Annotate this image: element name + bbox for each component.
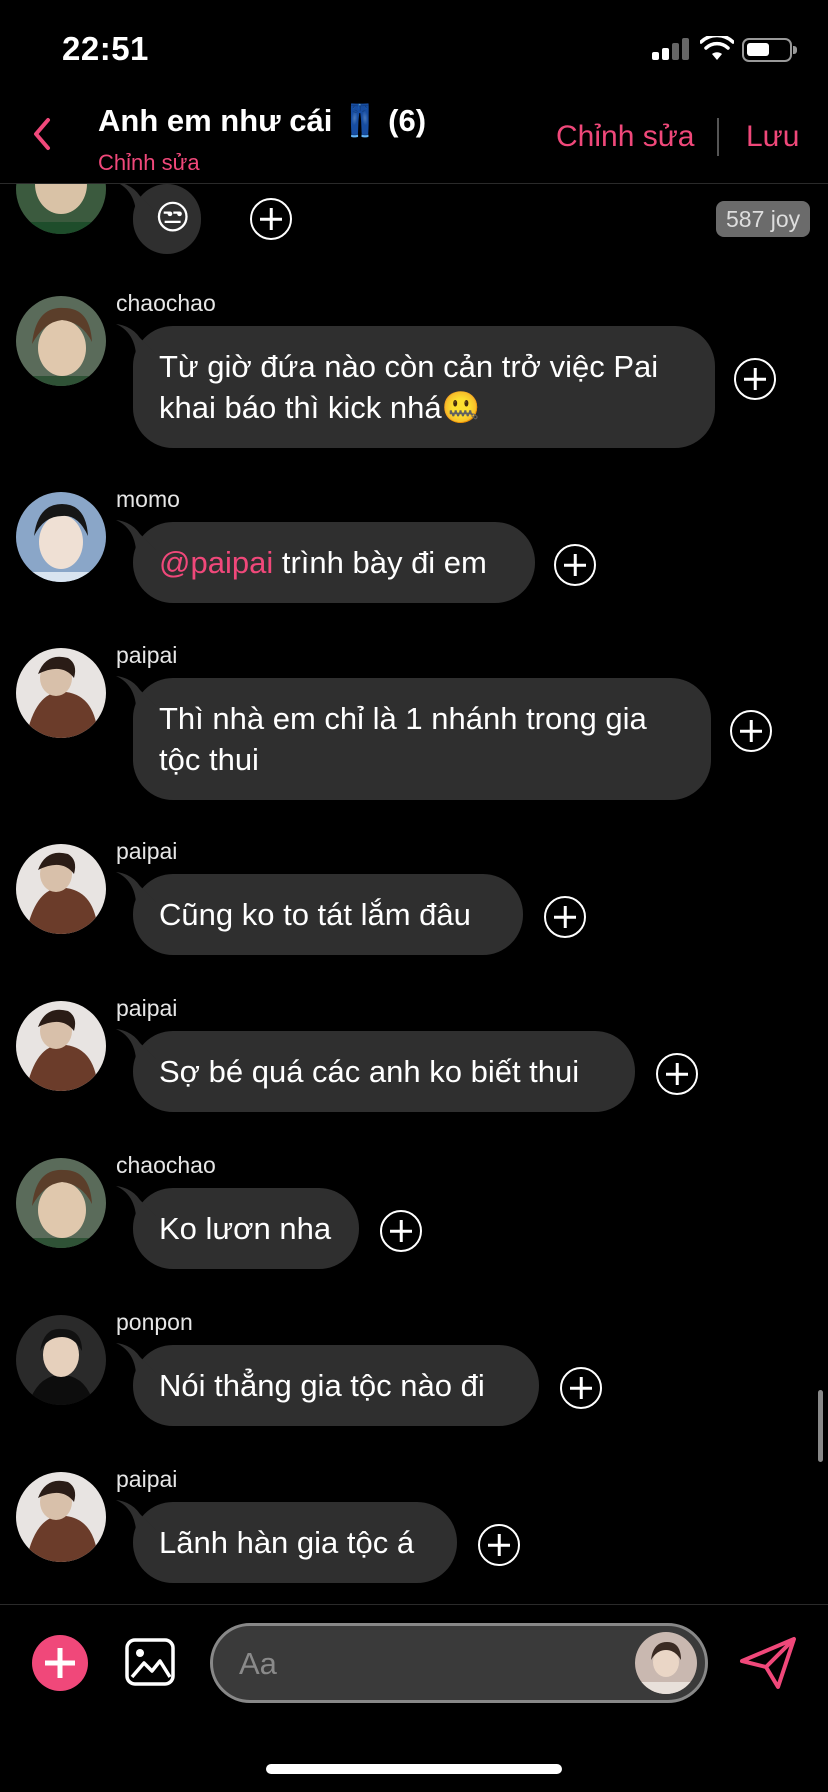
conversation-subtitle[interactable]: Chỉnh sửa	[98, 150, 200, 176]
chat-header: Anh em như cái 👖 (6) Chỉnh sửa Chỉnh sửa…	[0, 96, 828, 184]
message-input[interactable]	[239, 1642, 599, 1686]
bubble-tail	[116, 676, 156, 706]
message-text: trình bày đi em	[273, 545, 487, 580]
plus-icon[interactable]	[32, 1635, 88, 1691]
sender-name: momo	[116, 486, 180, 512]
message-bubble[interactable]: Nói thẳng gia tộc nào đi	[116, 1343, 539, 1426]
message-text: Ko lươn nha	[159, 1211, 332, 1246]
message-item: paipai Cũng ko to tát lắm đâu	[0, 838, 828, 964]
avatar[interactable]	[16, 492, 106, 582]
message-text: Sợ bé quá các anh ko biết thui	[159, 1054, 580, 1089]
bubble-tail	[116, 1343, 156, 1373]
sender-name: paipai	[116, 1466, 178, 1492]
sender-name: paipai	[116, 995, 178, 1021]
message-input-wrapper	[210, 1623, 708, 1703]
sender-name: paipai	[116, 642, 178, 668]
avatar[interactable]	[16, 1158, 106, 1248]
avatar[interactable]	[16, 1001, 106, 1091]
add-reaction-icon[interactable]	[560, 1367, 602, 1409]
bubble-tail	[119, 184, 156, 212]
message-item: paipai Lãnh hàn gia tộc á	[0, 1466, 828, 1592]
message-bubble[interactable]: Lãnh hàn gia tộc á	[116, 1500, 457, 1583]
message-item: ponpon Nói thẳng gia tộc nào đi	[0, 1309, 828, 1435]
sender-name: chaochao	[116, 290, 216, 316]
conversation-title[interactable]: Anh em như cái 👖 (6)	[98, 102, 426, 139]
joy-badge: 587 joy	[716, 201, 811, 237]
add-reaction-icon[interactable]	[730, 710, 772, 752]
bubble-tail	[116, 1029, 156, 1059]
avatar[interactable]	[16, 296, 106, 386]
message-item: paipai Thì nhà em chỉ là 1 nhánh trong g…	[0, 642, 828, 808]
message-text: Cũng ko to tát lắm đâu	[159, 897, 471, 932]
bubble-tail	[116, 1500, 156, 1530]
message-item: chaochao Ko lươn nha	[0, 1152, 828, 1278]
avatar[interactable]	[16, 1472, 106, 1562]
message-item: paipai Sợ bé quá các anh ko biết thui	[0, 995, 828, 1121]
message-text: Nói thẳng gia tộc nào đi	[159, 1368, 485, 1403]
avatar[interactable]	[16, 184, 106, 234]
message-bubble[interactable]: Cũng ko to tát lắm đâu	[116, 872, 523, 955]
header-divider	[717, 118, 719, 156]
bubble-tail	[116, 324, 156, 354]
message-composer	[0, 1604, 828, 1714]
sender-name: ponpon	[116, 1309, 193, 1335]
message-item: momo @paipai trình bày đi em	[0, 486, 828, 612]
battery-icon	[742, 38, 797, 62]
add-reaction-icon[interactable]	[478, 1524, 520, 1566]
message-bubble[interactable]: 😒	[119, 184, 201, 254]
message-bubble[interactable]: Thì nhà em chỉ là 1 nhánh trong gia tộc …	[116, 676, 711, 800]
home-indicator[interactable]	[266, 1764, 562, 1774]
status-bar: 22:51	[0, 0, 828, 96]
message-text: Lãnh hàn gia tộc á	[159, 1525, 415, 1560]
message-bubble[interactable]: Từ giờ đứa nào còn cản trở việc Pai khai…	[116, 324, 715, 448]
sender-name: chaochao	[116, 1152, 216, 1178]
add-reaction-icon[interactable]	[544, 896, 586, 938]
message-text: Từ giờ đứa nào còn cản trở việc Pai khai…	[159, 349, 659, 425]
mention-link[interactable]: @paipai	[159, 545, 273, 580]
send-icon[interactable]	[738, 1635, 798, 1691]
chevron-left-icon[interactable]	[28, 114, 58, 154]
message-text: Thì nhà em chỉ là 1 nhánh trong gia tộc …	[159, 701, 647, 777]
add-reaction-icon[interactable]	[734, 358, 776, 400]
avatar[interactable]	[16, 1315, 106, 1405]
message-bubble[interactable]: Sợ bé quá các anh ko biết thui	[116, 1029, 635, 1112]
image-icon[interactable]	[124, 1637, 176, 1687]
add-reaction-icon[interactable]	[380, 1210, 422, 1252]
avatar[interactable]	[16, 648, 106, 738]
message-list[interactable]: 😒 587 joy chaochao Từ giờ đứa nào còn cả…	[0, 184, 828, 1604]
message-bubble[interactable]: Ko lươn nha	[116, 1186, 359, 1269]
sender-name: paipai	[116, 838, 178, 864]
add-reaction-icon[interactable]	[554, 544, 596, 586]
bubble-tail	[116, 1186, 156, 1216]
cellular-signal-icon	[652, 38, 690, 60]
edit-button[interactable]: Chỉnh sửa	[556, 120, 695, 154]
message-item: chaochao Từ giờ đứa nào còn cản trở việc…	[0, 290, 828, 456]
save-button[interactable]: Lưu	[746, 120, 799, 154]
status-time: 22:51	[62, 30, 149, 67]
profile-avatar[interactable]	[635, 1632, 697, 1694]
wifi-icon	[700, 36, 734, 60]
message-item: 😒	[0, 184, 828, 264]
bubble-tail	[116, 520, 156, 550]
scrollbar[interactable]	[818, 1390, 823, 1462]
emoji-text: 😒	[155, 199, 191, 237]
add-reaction-icon[interactable]	[656, 1053, 698, 1095]
bubble-tail	[116, 872, 156, 902]
message-bubble[interactable]: @paipai trình bày đi em	[116, 520, 535, 603]
add-reaction-icon[interactable]	[250, 198, 292, 240]
avatar[interactable]	[16, 844, 106, 934]
